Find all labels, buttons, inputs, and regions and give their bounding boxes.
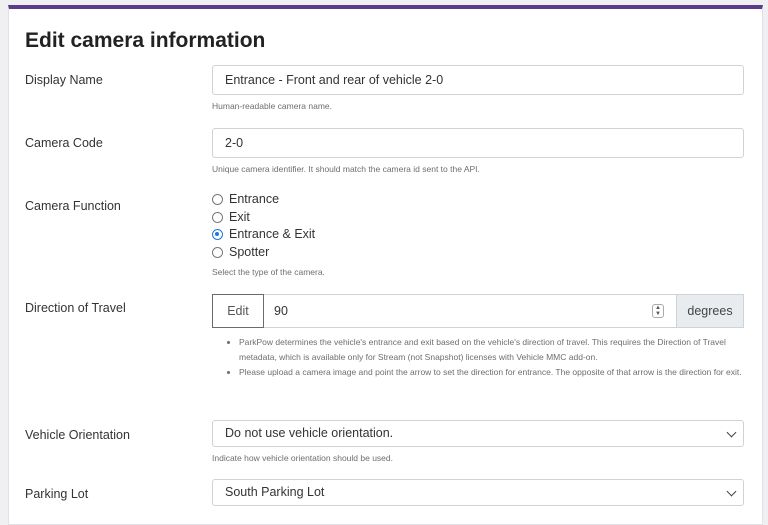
radio-label: Entrance & Exit (229, 227, 316, 241)
direction-note: Please upload a camera image and point t… (239, 365, 759, 380)
radio-option-entrance[interactable]: Entrance (212, 191, 279, 207)
vehicle-orientation-select[interactable]: Do not use vehicle orientation. (212, 420, 744, 447)
radio-option-entrance-exit[interactable]: Entrance & Exit (212, 226, 315, 242)
camera-function-help: Select the type of the camera. (212, 267, 325, 277)
radio-circle-icon[interactable] (212, 246, 223, 258)
up-down-spinner-icon[interactable]: ▲ ▼ (652, 304, 664, 318)
camera-code-label: Camera Code (25, 136, 103, 150)
direction-value: 90 (274, 304, 288, 318)
display-name-help: Human-readable camera name. (212, 101, 333, 111)
radio-label: Entrance (229, 192, 280, 206)
vehicle-orientation-value: Do not use vehicle orientation. (225, 426, 394, 440)
degrees-unit: degrees (677, 294, 744, 328)
direction-input-group: Edit 90 ▲ ▼ degrees (212, 294, 744, 328)
vehicle-orientation-help: Indicate how vehicle orientation should … (212, 453, 393, 463)
direction-note: ParkPow determines the vehicle's entranc… (239, 335, 759, 365)
camera-function-label: Camera Function (25, 199, 121, 213)
vehicle-orientation-label: Vehicle Orientation (25, 428, 130, 442)
radio-circle-icon[interactable] (212, 211, 223, 223)
camera-code-help: Unique camera identifier. It should matc… (212, 164, 480, 174)
display-name-field[interactable]: Entrance - Front and rear of vehicle 2-0 (212, 65, 744, 95)
direction-edit-button[interactable]: Edit (212, 294, 264, 328)
radio-circle-icon[interactable] (212, 193, 223, 205)
camera-code-field[interactable]: 2-0 (212, 128, 744, 158)
direction-notes: ParkPow determines the vehicle's entranc… (225, 335, 759, 380)
direction-label: Direction of Travel (25, 301, 126, 315)
radio-option-spotter[interactable]: Spotter (212, 244, 269, 260)
radio-label: Exit (229, 210, 250, 224)
radio-option-exit[interactable]: Exit (212, 209, 250, 225)
parking-lot-value: South Parking Lot (225, 485, 325, 499)
direction-degrees-field[interactable]: 90 ▲ ▼ (264, 294, 677, 328)
page-title: Edit camera information (25, 29, 266, 52)
parking-lot-select[interactable]: South Parking Lot (212, 479, 744, 506)
radio-label: Spotter (229, 245, 270, 259)
display-name-label: Display Name (25, 73, 103, 87)
chevron-down-icon (726, 427, 737, 438)
chevron-down-icon (726, 486, 737, 497)
parking-lot-label: Parking Lot (25, 487, 89, 501)
edit-camera-card: Edit camera information Display Name Ent… (8, 5, 763, 525)
radio-checked-icon[interactable] (212, 228, 223, 240)
